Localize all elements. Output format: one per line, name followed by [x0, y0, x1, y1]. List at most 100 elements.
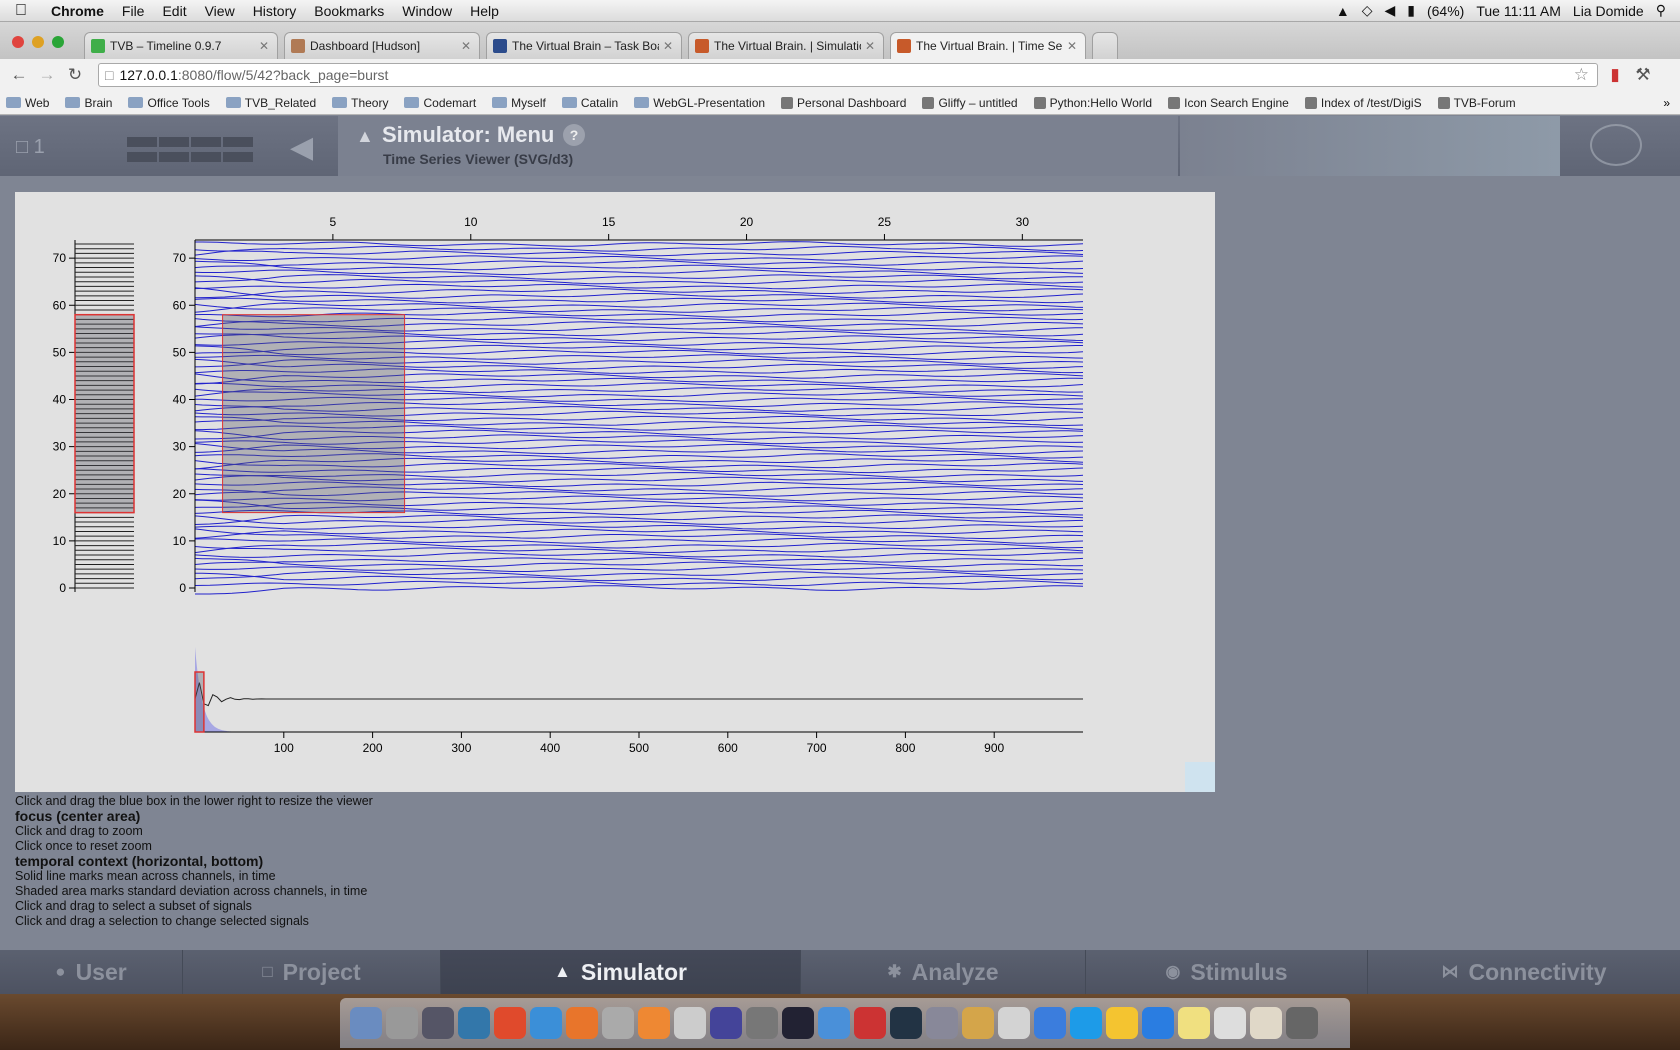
bookmark-item[interactable]: Python:Hello World: [1033, 96, 1152, 110]
bookmark-item[interactable]: Index of /test/DigiS: [1304, 96, 1422, 110]
close-window-icon[interactable]: [12, 36, 24, 48]
browser-tab[interactable]: TVB – Timeline 0.9.7 ✕: [84, 32, 278, 59]
bookmark-label: TVB_Related: [244, 95, 317, 110]
dock-app-icon[interactable]: [602, 1007, 634, 1039]
minimize-window-icon[interactable]: [32, 36, 44, 48]
time-series-chart[interactable]: 5 10 15 20 25 3001020304050607001020304050607…: [15, 192, 1215, 792]
dock-app-icon[interactable]: [710, 1007, 742, 1039]
nav-user[interactable]: ● User: [0, 950, 183, 994]
apple-menu-icon[interactable]: : [0, 2, 42, 20]
browser-tab[interactable]: The Virtual Brain – Task Boar ✕: [486, 32, 682, 59]
dock-app-icon[interactable]: [1214, 1007, 1246, 1039]
bookmark-item[interactable]: Theory: [332, 96, 388, 110]
channel-trace: [194, 566, 1084, 572]
bookmark-item[interactable]: Catalin: [561, 96, 618, 110]
dock-app-icon[interactable]: [926, 1007, 958, 1039]
bookmark-item[interactable]: TVB_Related: [225, 95, 317, 110]
menu-history[interactable]: History: [244, 3, 306, 19]
close-tab-icon[interactable]: ✕: [461, 39, 471, 53]
menu-file[interactable]: File: [113, 3, 154, 19]
dock-app-icon[interactable]: [746, 1007, 778, 1039]
dock-app-icon[interactable]: [1034, 1007, 1066, 1039]
menu-help[interactable]: Help: [461, 3, 508, 19]
close-tab-icon[interactable]: ✕: [865, 39, 875, 53]
help-icon[interactable]: ?: [563, 124, 585, 146]
extension-icon[interactable]: ▮: [1604, 65, 1626, 85]
dock-app-icon[interactable]: [674, 1007, 706, 1039]
dock-app-icon[interactable]: [1106, 1007, 1138, 1039]
bookmark-item[interactable]: Brain: [65, 96, 112, 110]
wifi-icon[interactable]: ◇: [1362, 2, 1373, 19]
dock-app-icon[interactable]: [1250, 1007, 1282, 1039]
menu-app[interactable]: Chrome: [42, 3, 113, 19]
menu-edit[interactable]: Edit: [153, 3, 195, 19]
bookmark-item[interactable]: Office Tools: [128, 96, 210, 110]
dock-app-icon[interactable]: [818, 1007, 850, 1039]
dock-app-icon[interactable]: [854, 1007, 886, 1039]
user-name[interactable]: Lia Domide: [1573, 3, 1644, 19]
bookmark-item[interactable]: Codemart: [404, 96, 476, 110]
focus-selection-brush: [222, 314, 406, 514]
bookmark-item[interactable]: WebGL-Presentation: [634, 96, 765, 110]
focus-y-tick-label: 70: [173, 251, 187, 265]
new-tab-button[interactable]: [1092, 32, 1118, 59]
bookmark-star-icon[interactable]: ☆: [1574, 65, 1597, 85]
forward-arrow-icon[interactable]: →: [36, 65, 58, 85]
dock-app-icon[interactable]: [638, 1007, 670, 1039]
resize-handle[interactable]: [1185, 762, 1215, 792]
bookmark-item[interactable]: Gliffy – untitled: [922, 96, 1018, 110]
close-tab-icon[interactable]: ✕: [1067, 39, 1077, 53]
menu-view[interactable]: View: [196, 3, 244, 19]
bookmark-item[interactable]: TVB-Forum: [1437, 96, 1516, 110]
menu-bookmarks[interactable]: Bookmarks: [305, 3, 393, 19]
dock-app-icon[interactable]: [566, 1007, 598, 1039]
dock-app-icon[interactable]: [350, 1007, 382, 1039]
dock-app-icon[interactable]: [962, 1007, 994, 1039]
bookmark-item[interactable]: Web: [6, 96, 49, 110]
dock-app-icon[interactable]: [890, 1007, 922, 1039]
grid-view-icon[interactable]: [126, 136, 254, 166]
dock-app-icon[interactable]: [494, 1007, 526, 1039]
dock-app-icon[interactable]: [1070, 1007, 1102, 1039]
dock-app-icon[interactable]: [458, 1007, 490, 1039]
close-tab-icon[interactable]: ✕: [663, 39, 673, 53]
bookmark-item[interactable]: Myself: [492, 96, 546, 110]
address-bar[interactable]: □ 127.0.0.1:8080/flow/5/42?back_page=bur…: [98, 63, 1598, 87]
connectivity-icon: ⋈: [1441, 962, 1459, 981]
more-bookmarks-icon[interactable]: »: [1663, 96, 1680, 110]
close-tab-icon[interactable]: ✕: [259, 39, 269, 53]
volume-icon[interactable]: ◀: [1384, 2, 1395, 19]
spotlight-icon[interactable]: ⚲: [1656, 2, 1666, 19]
reload-icon[interactable]: ↻: [64, 65, 86, 85]
bookmark-item[interactable]: Personal Dashboard: [781, 96, 906, 110]
nav-analyze[interactable]: ✱ Analyze: [801, 950, 1086, 994]
zoom-window-icon[interactable]: [52, 36, 64, 48]
dock-app-icon[interactable]: [386, 1007, 418, 1039]
clock[interactable]: Tue 11:11 AM: [1476, 3, 1561, 19]
nav-project[interactable]: □ Project: [183, 950, 441, 994]
wrench-icon[interactable]: ⚒: [1632, 65, 1654, 85]
back-arrow-icon[interactable]: ←: [8, 65, 30, 85]
menu-window[interactable]: Window: [393, 3, 461, 19]
temporal-selection-brush: [194, 671, 205, 733]
browser-tab-active[interactable]: The Virtual Brain. | Time Seri ✕: [890, 32, 1086, 59]
dock-app-icon[interactable]: [1178, 1007, 1210, 1039]
dock-app-icon[interactable]: [422, 1007, 454, 1039]
dock-app-icon[interactable]: [1286, 1007, 1318, 1039]
bookmark-item[interactable]: Icon Search Engine: [1168, 96, 1289, 110]
project-count[interactable]: □ 1: [16, 136, 45, 159]
dock-app-icon[interactable]: [998, 1007, 1030, 1039]
dock-app-icon[interactable]: [782, 1007, 814, 1039]
browser-tab[interactable]: The Virtual Brain. | Simulatio ✕: [688, 32, 884, 59]
dock-app-icon[interactable]: [530, 1007, 562, 1039]
nav-simulator[interactable]: ▲ Simulator: [441, 950, 801, 994]
page-title[interactable]: Simulator: Menu: [382, 122, 554, 148]
nav-stimulus[interactable]: ◉ Stimulus: [1086, 950, 1368, 994]
back-triangle-icon[interactable]: ◀: [290, 130, 313, 165]
dock-app-icon[interactable]: [1142, 1007, 1174, 1039]
nav-connectivity[interactable]: ⋈ Connectivity: [1368, 950, 1680, 994]
browser-tab[interactable]: Dashboard [Hudson] ✕: [284, 32, 480, 59]
drive-icon[interactable]: ▲: [1336, 3, 1350, 19]
battery-icon[interactable]: ▮: [1407, 2, 1415, 19]
time-series-viewer[interactable]: 5 10 15 20 25 30 0 10 20 30 40 50 60 70 0 10 20 30 40 50 60 7…: [15, 192, 1215, 792]
